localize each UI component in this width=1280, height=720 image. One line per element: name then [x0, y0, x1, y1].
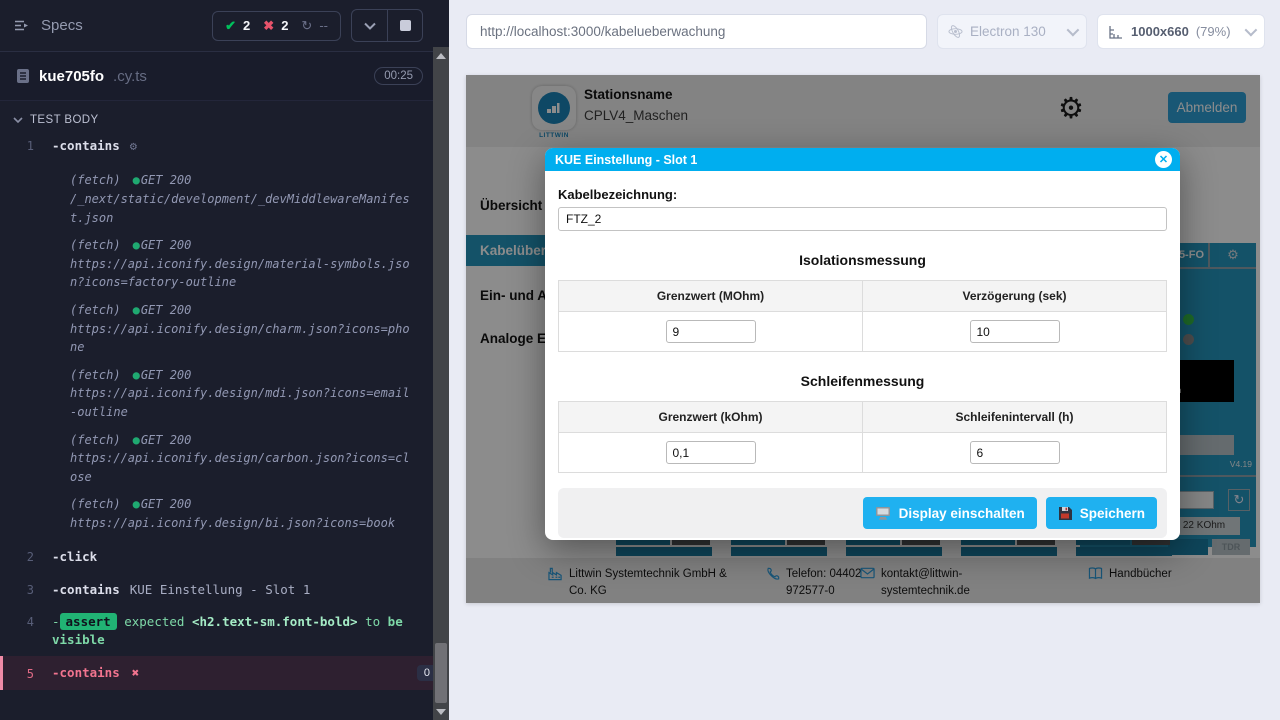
spec-duration: 00:25: [374, 67, 423, 85]
loop-section-title: Schleifenmessung: [558, 373, 1167, 389]
command-message: KUE Einstellung - Slot 1: [130, 582, 311, 597]
ruler-icon: [1108, 24, 1124, 40]
schleifenintervall-input[interactable]: [970, 441, 1060, 464]
test-body-section[interactable]: TEST BODY: [0, 101, 449, 130]
stop-icon: [400, 20, 411, 31]
spec-file-icon: [16, 68, 30, 84]
fetch-log[interactable]: (fetch)●GET 200 /_next/static/developmen…: [70, 171, 415, 227]
fail-x-icon: ✖: [132, 665, 140, 680]
status-dot: ●: [133, 497, 140, 511]
column-header: Grenzwert (MOhm): [559, 281, 863, 312]
status-dot: ●: [133, 238, 140, 252]
specs-label[interactable]: Specs: [41, 17, 212, 34]
fetch-url: https://api.iconify.design/material-symb…: [70, 255, 415, 292]
test-stats: ✔ 2 ✖ 2 ↻ --: [212, 11, 341, 41]
assert-row[interactable]: 4 -assert expected <h2.text-sm.font-bold…: [0, 606, 449, 656]
grenzwert-mohm-input[interactable]: [666, 320, 756, 343]
stat-failed: ✖ 2: [263, 18, 288, 34]
fetch-url: https://api.iconify.design/carbon.json?i…: [70, 449, 415, 486]
electron-icon: [948, 24, 963, 39]
url-bar[interactable]: http://localhost:3000/kabelueberwachung: [466, 14, 927, 49]
command-name: -click: [52, 548, 439, 566]
gear-icon: ⚙: [130, 139, 137, 153]
monitor-icon: [875, 506, 891, 520]
column-header: Schleifenintervall (h): [863, 402, 1167, 433]
command-row[interactable]: 1 -contains⚙: [0, 130, 449, 162]
cross-icon: ✖: [263, 18, 274, 34]
cypress-reporter: Specs ✔ 2 ✖ 2 ↻ -- kue7: [0, 0, 449, 720]
modal-title: KUE Einstellung - Slot 1: [555, 153, 1155, 167]
spinner-icon: ↻: [301, 18, 312, 34]
stat-pending: ↻ --: [301, 18, 328, 34]
fetch-log[interactable]: (fetch)●GET 200 https://api.iconify.desi…: [70, 366, 415, 422]
chevron-down-icon: [1245, 24, 1258, 37]
grenzwert-kohm-input[interactable]: [666, 441, 756, 464]
kabel-label: Kabelbezeichnung:: [558, 187, 1167, 202]
chevron-down-icon: [1067, 24, 1080, 37]
close-icon[interactable]: ✕: [1155, 151, 1172, 168]
fetch-url: https://api.iconify.design/mdi.json?icon…: [70, 384, 415, 421]
fetch-log[interactable]: (fetch)●GET 200 https://api.iconify.desi…: [70, 236, 415, 292]
fetch-url: https://api.iconify.design/bi.json?icons…: [70, 514, 415, 533]
fetch-url: https://api.iconify.design/charm.json?ic…: [70, 320, 415, 357]
spec-ext: .cy.ts: [113, 68, 365, 85]
collapse-button[interactable]: [352, 10, 387, 41]
command-name: -contains: [52, 665, 120, 680]
scrollbar-thumb[interactable]: [435, 643, 447, 703]
command-row[interactable]: 2 -click: [0, 541, 449, 573]
save-button[interactable]: Speichern: [1046, 497, 1157, 529]
status-dot: ●: [133, 173, 140, 187]
kabelbezeichnung-input[interactable]: [558, 207, 1167, 231]
isolation-section-title: Isolationsmessung: [558, 252, 1167, 268]
scroll-up-arrow[interactable]: [436, 53, 446, 59]
display-on-button[interactable]: Display einschalten: [863, 497, 1037, 529]
floppy-icon: [1058, 506, 1072, 520]
isolation-table: Grenzwert (MOhm) Verzögerung (sek): [558, 280, 1167, 352]
browser-select[interactable]: Electron 130: [937, 14, 1087, 49]
status-dot: ●: [133, 433, 140, 447]
modal-footer: Display einschalten Speichern: [558, 488, 1167, 538]
spec-row[interactable]: kue705fo .cy.ts 00:25: [0, 52, 449, 101]
reporter-scrollbar[interactable]: [433, 47, 449, 720]
check-icon: ✔: [225, 18, 236, 34]
kue-settings-modal: KUE Einstellung - Slot 1 ✕ Kabelbezeichn…: [545, 148, 1180, 540]
verzoegerung-input[interactable]: [970, 320, 1060, 343]
fetch-url: /_next/static/development/_devMiddleware…: [70, 190, 415, 227]
chevron-down-icon: [13, 117, 23, 124]
run-controls: [351, 9, 423, 42]
column-header: Verzögerung (sek): [863, 281, 1167, 312]
stop-button[interactable]: [387, 10, 422, 41]
stat-passed: ✔ 2: [225, 18, 250, 34]
app-viewport: LITTWIN Stationsname CPLV4_Maschen ⚙ Abm…: [466, 75, 1260, 603]
assert-badge: assert: [60, 613, 117, 630]
modal-header: KUE Einstellung - Slot 1 ✕: [545, 148, 1180, 171]
scroll-down-arrow[interactable]: [436, 709, 446, 715]
viewport-select[interactable]: 1000x660 (79%): [1097, 14, 1265, 49]
command-name: -contains: [52, 582, 120, 597]
command-row[interactable]: 3 -containsKUE Einstellung - Slot 1: [0, 574, 449, 606]
column-header: Grenzwert (kOhm): [559, 402, 863, 433]
failed-command-row[interactable]: 5 -contains✖ 0: [0, 656, 449, 690]
loop-table: Grenzwert (kOhm) Schleifenintervall (h): [558, 401, 1167, 473]
status-dot: ●: [133, 368, 140, 382]
command-name: -contains: [52, 138, 120, 153]
fetch-log[interactable]: (fetch)●GET 200 https://api.iconify.desi…: [70, 495, 415, 532]
status-dot: ●: [133, 303, 140, 317]
assert-target: <h2.text-sm.font-bold>: [192, 614, 358, 629]
reporter-header: Specs ✔ 2 ✖ 2 ↻ --: [0, 0, 449, 52]
specs-icon[interactable]: [14, 18, 31, 33]
spec-name: kue705fo: [39, 68, 104, 85]
fetch-log[interactable]: (fetch)●GET 200 https://api.iconify.desi…: [70, 431, 415, 487]
fetch-log[interactable]: (fetch)●GET 200 https://api.iconify.desi…: [70, 301, 415, 357]
